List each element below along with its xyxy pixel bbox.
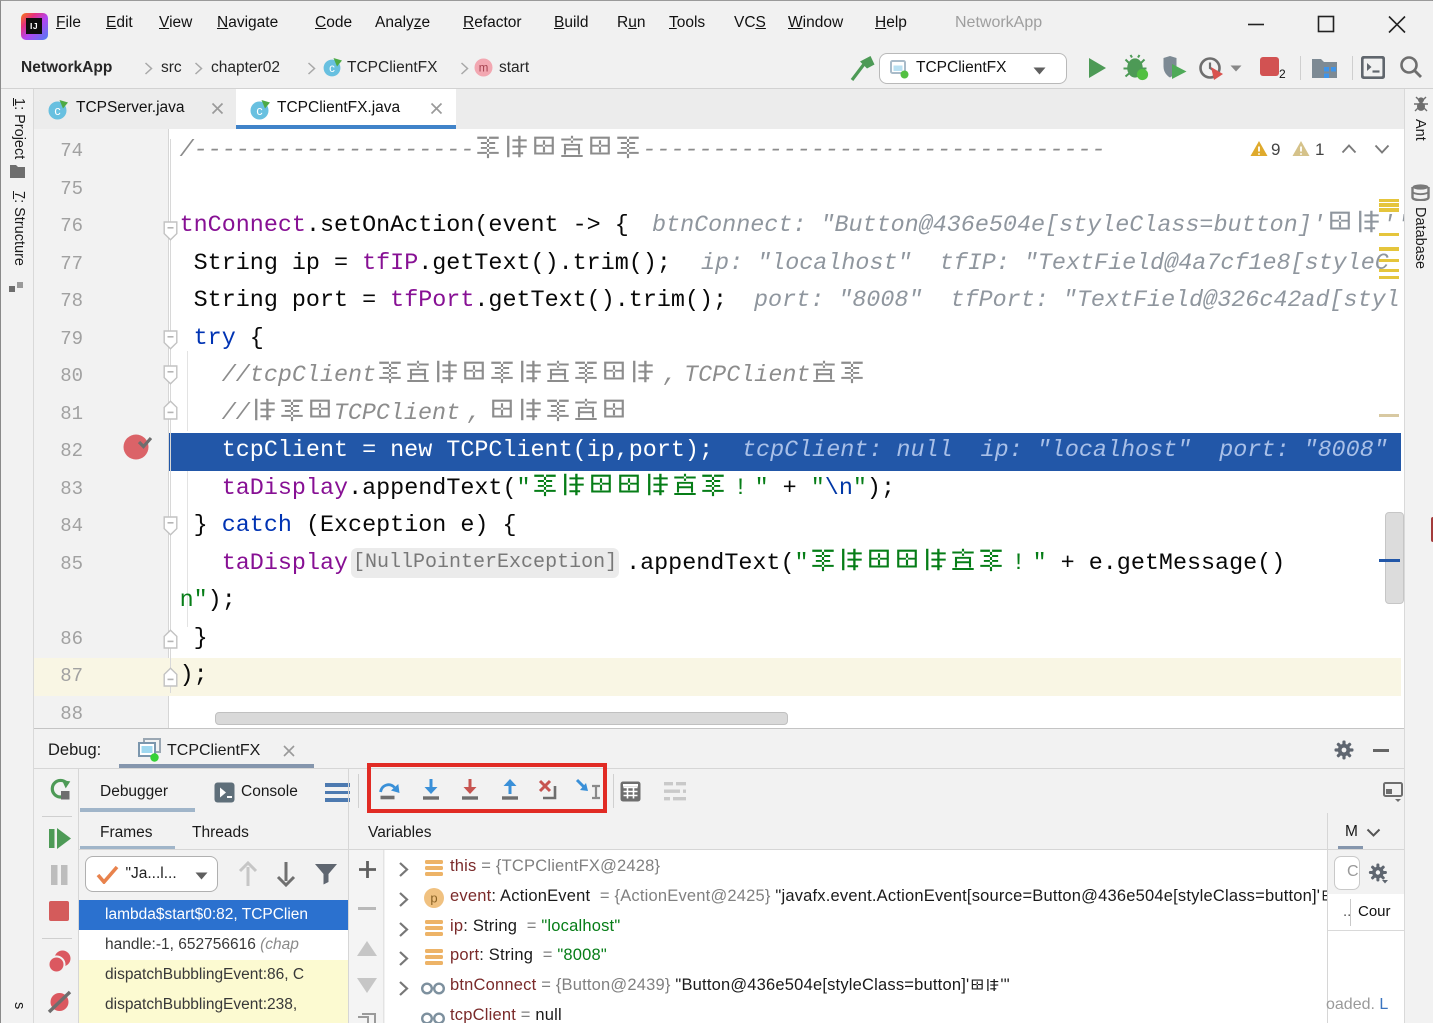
svg-text:c: c [54,104,60,118]
svg-text:c: c [256,104,262,118]
svg-text:c: c [329,63,335,75]
svg-text:m: m [479,63,489,75]
svg-text:p: p [430,891,437,906]
